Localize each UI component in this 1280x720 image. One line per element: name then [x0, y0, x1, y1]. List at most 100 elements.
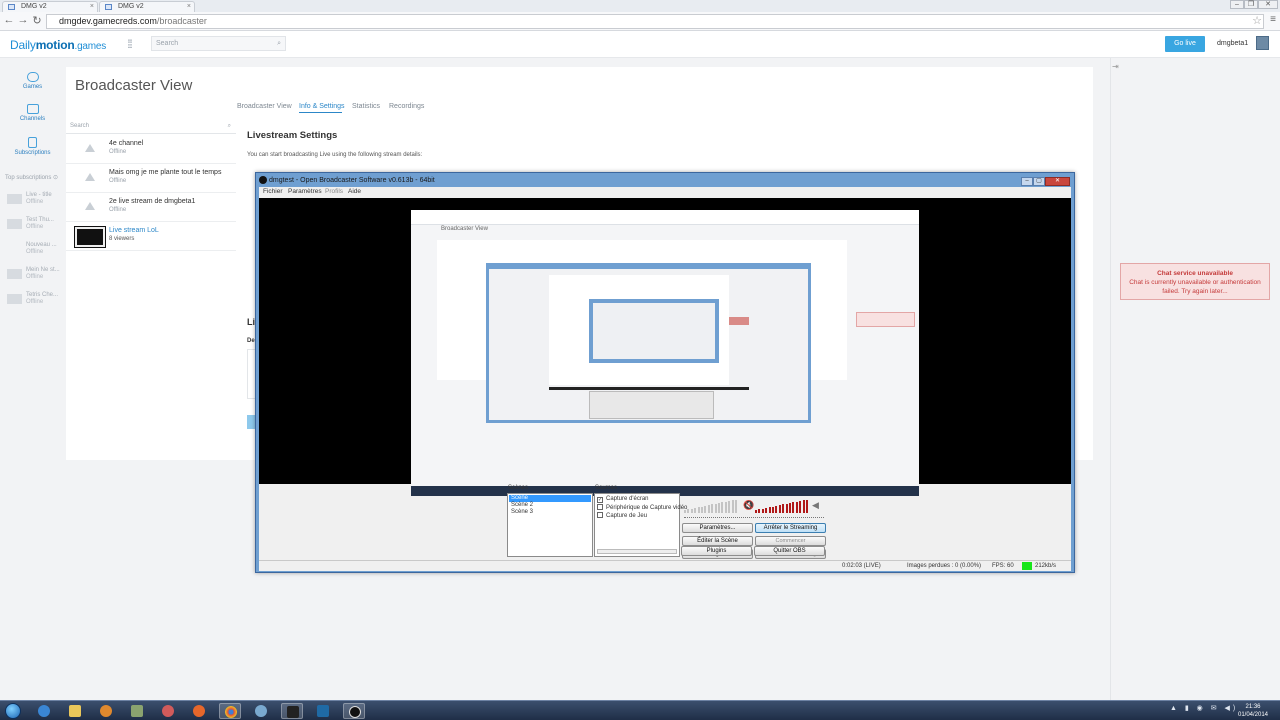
menu-aide[interactable]: Aide [348, 188, 361, 195]
browser-tab-2[interactable]: DMG v2 × [99, 1, 195, 12]
avatar[interactable] [1256, 36, 1269, 50]
volume-bar [704, 505, 707, 513]
close-tab-icon[interactable]: × [90, 2, 94, 11]
scene-item[interactable]: Scène [509, 495, 591, 502]
close-tab-icon[interactable]: × [187, 2, 191, 11]
checkbox[interactable] [597, 504, 603, 510]
flask-icon [75, 140, 105, 160]
speaker-muted-icon[interactable]: 🔇 [743, 500, 754, 511]
folder-icon[interactable] [64, 703, 86, 719]
address-bar[interactable]: dmgdev.gamecreds.com/broadcaster [46, 14, 1264, 29]
obs-taskbar-icon[interactable] [343, 703, 365, 719]
browser-menu-icon[interactable]: ≡ [1270, 14, 1276, 25]
tab-recordings[interactable]: Recordings [389, 103, 424, 110]
close-window-icon[interactable]: ✕ [1045, 177, 1070, 186]
channel-search-input[interactable]: Search ⌕ [66, 119, 236, 134]
network-icon[interactable] [250, 703, 272, 719]
subscription-item[interactable]: Nouveau ... Offline [7, 242, 67, 256]
game-icon[interactable] [281, 703, 303, 719]
forward-icon[interactable]: → [16, 14, 30, 26]
reload-icon[interactable]: ↻ [30, 14, 44, 27]
nav-subscriptions[interactable]: Subscriptions [0, 137, 65, 156]
obs-logo-icon [259, 176, 267, 184]
menu-fichier[interactable]: Fichier [263, 188, 283, 195]
nav-games[interactable]: Games [0, 72, 65, 90]
edit-scene-button[interactable]: Éditer la Scène [682, 536, 753, 546]
channel-item[interactable]: Live stream LoL 8 viewers [66, 222, 236, 251]
quit-obs-button[interactable]: Quitter OBS [754, 546, 825, 556]
maximize-icon[interactable]: ❐ [1244, 0, 1258, 9]
checkbox-checked[interactable]: ✓ [597, 497, 603, 503]
nav-channels[interactable]: Channels [0, 104, 65, 122]
plugins-button[interactable]: Plugins [681, 546, 752, 556]
site-logo[interactable]: Dailymotion.games [10, 38, 106, 52]
volume-bar [758, 509, 761, 513]
start-recording-button[interactable]: Commencer l'enregistrement [755, 536, 826, 552]
start-button[interactable] [5, 703, 21, 719]
mic-volume-meter[interactable] [755, 499, 810, 513]
site-header: Dailymotion.games ⁞⁞⁞ Search ⌕ Go live d… [0, 31, 1280, 58]
volume-bar [775, 505, 778, 513]
system-tray[interactable]: ▲ ▮ ◉ ✉ ◀) [1170, 704, 1238, 712]
tab-info-settings[interactable]: Info & Settings [299, 103, 345, 110]
firefox-icon[interactable] [188, 703, 210, 719]
desktop-volume-meter[interactable] [684, 499, 739, 513]
sources-list[interactable]: ✓ Capture d'écran Périphérique de Capture… [594, 493, 687, 557]
channel-item[interactable]: 4e channel Offline [66, 135, 236, 164]
app-icon[interactable] [312, 703, 334, 719]
minimize-icon[interactable]: – [1021, 177, 1033, 186]
active-tab-underline [299, 112, 342, 113]
menu-parametres[interactable]: Paramètres [288, 188, 322, 195]
chat-error-alert: Chat service unavailable Chat is current… [1120, 263, 1270, 300]
chrome-icon[interactable] [219, 703, 241, 719]
source-item[interactable]: Périphérique de Capture vidéo [597, 504, 687, 512]
bookmark-star-icon[interactable]: ☆ [1252, 14, 1262, 27]
collapse-chat-icon[interactable]: ⇥ [1112, 62, 1119, 71]
subscription-item[interactable]: Test Thu... Offline [7, 217, 67, 231]
media-player-icon[interactable] [95, 703, 117, 719]
volume-bar [684, 510, 686, 513]
tab-broadcaster-view[interactable]: Broadcaster View [237, 103, 292, 110]
channel-item[interactable]: Mais omg je me plante tout le temps Offl… [66, 164, 236, 193]
scene-item[interactable]: Scène 2 [509, 502, 591, 509]
settings-button[interactable]: Paramètres... [682, 523, 753, 533]
subscription-item[interactable]: Mein Ne st... Offline [7, 267, 67, 281]
volume-bar [768, 507, 771, 513]
scenes-label: Scènes [508, 485, 529, 491]
checkbox[interactable] [597, 512, 603, 518]
close-window-icon[interactable]: ✕ [1258, 0, 1278, 9]
speaker-icon[interactable]: ◀ [812, 500, 819, 511]
back-icon[interactable]: ← [2, 14, 16, 26]
tab-statistics[interactable]: Statistics [352, 103, 380, 110]
scenes-list[interactable]: Scène Scène 2 Scène 3 [507, 493, 593, 557]
stop-streaming-button[interactable]: Arrêter le Streaming [755, 523, 826, 533]
volume-bar [697, 507, 700, 513]
username[interactable]: dmgbeta1 [1217, 40, 1248, 47]
maximize-icon[interactable]: ▢ [1033, 177, 1045, 186]
menu-profils[interactable]: Profils [325, 188, 343, 195]
volume-bar [785, 503, 788, 513]
channel-item[interactable]: 2e live stream de dmgbeta1 Offline [66, 193, 236, 222]
go-live-button[interactable]: Go live [1165, 36, 1205, 52]
feather-icon[interactable] [126, 703, 148, 719]
ie-icon[interactable] [33, 703, 55, 719]
bitrate-readout: 212kb/s [1035, 563, 1057, 569]
site-search-input[interactable]: Search ⌕ [151, 36, 286, 51]
source-item[interactable]: ✓ Capture d'écran [597, 496, 649, 503]
minimize-icon[interactable]: – [1230, 0, 1244, 9]
gamepad-icon [26, 72, 39, 82]
taskbar-clock[interactable]: 21:36 01/04/2014 [1236, 703, 1270, 719]
browser-tab-1[interactable]: DMG v2 × [2, 1, 98, 12]
camera-icon [26, 104, 39, 114]
apps-grid-icon[interactable]: ⁞⁞⁞ [127, 37, 133, 51]
volume-bar [687, 509, 690, 513]
wordpad-icon[interactable] [157, 703, 179, 719]
subscription-item[interactable]: Tetris Che... Offline [7, 292, 67, 306]
subscription-item[interactable]: Live - title Offline [7, 192, 67, 206]
sources-scrollbar[interactable] [597, 549, 677, 554]
stream-time: 0:02:03 (LIVE) [842, 563, 881, 569]
search-icon: ⌕ [277, 40, 281, 47]
source-item[interactable]: Capture de Jeu [597, 512, 647, 520]
scene-item[interactable]: Scène 3 [509, 509, 591, 516]
obs-title: dmgtest - Open Broadcaster Software v0.6… [259, 176, 435, 184]
